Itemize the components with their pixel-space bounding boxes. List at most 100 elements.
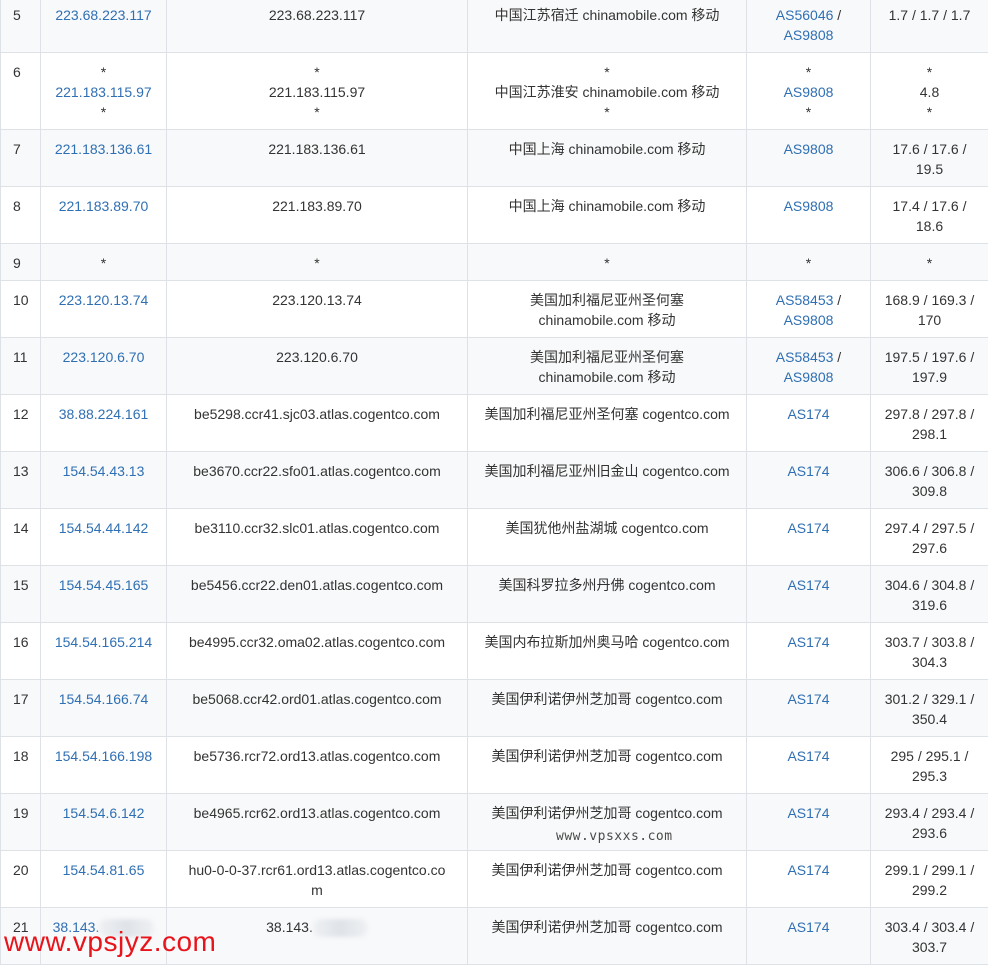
hop-number: 8 [1,187,41,244]
hop-hostname: be3110.ccr32.slc01.atlas.cogentco.com [167,509,468,566]
hop-geo: 美国伊利诺伊州芝加哥 cogentco.com [468,908,747,965]
hop-as: AS58453 / AS9808 [747,281,871,338]
hop-rtt: * [871,244,988,281]
hop-hostname: be4995.ccr32.oma02.atlas.cogentco.com [167,623,468,680]
hop-rtt: 301.2 / 329.1 / 350.4 [871,680,988,737]
hop-number: 17 [1,680,41,737]
hop-hostname: be5456.ccr22.den01.atlas.cogentco.com [167,566,468,623]
hop-ip-link[interactable]: 154.54.166.198 [55,748,152,764]
hop-hostname: 223.120.13.74 [167,281,468,338]
hop-ip: * [41,244,167,281]
hop-geo: 美国加利福尼亚州圣何塞 chinamobile.com 移动 [468,338,747,395]
table-row: 16 154.54.165.214 be4995.ccr32.oma02.atl… [1,623,988,680]
hop-rtt: 197.5 / 197.6 / 197.9 [871,338,988,395]
as-link[interactable]: AS174 [787,463,829,479]
hop-number: 9 [1,244,41,281]
hop-geo: 美国伊利诺伊州芝加哥 cogentco.com [468,851,747,908]
as-link[interactable]: AS174 [787,577,829,593]
hop-rtt: 17.4 / 17.6 / 18.6 [871,187,988,244]
hop-rtt: 17.6 / 17.6 / 19.5 [871,130,988,187]
hop-ip-link[interactable]: 223.120.6.70 [63,349,145,365]
hop-geo: 美国伊利诺伊州芝加哥 cogentco.com [468,737,747,794]
as-link[interactable]: AS9808 [784,27,834,43]
hop-number: 12 [1,395,41,452]
table-row: 13 154.54.43.13 be3670.ccr22.sfo01.atlas… [1,452,988,509]
hop-ip-link[interactable]: 154.54.165.214 [55,634,152,650]
as-link[interactable]: AS174 [787,691,829,707]
hop-number: 19 [1,794,41,851]
as-link[interactable]: AS9808 [784,369,834,385]
hop-rtt: 168.9 / 169.3 / 170 [871,281,988,338]
hop-ip-link[interactable]: 154.54.43.13 [63,463,145,479]
hop-ip-link[interactable]: 154.54.6.142 [63,805,145,821]
hop-rtt: 303.7 / 303.8 / 304.3 [871,623,988,680]
hop-number: 15 [1,566,41,623]
table-row: 8 221.183.89.70 221.183.89.70 中国上海 china… [1,187,988,244]
as-link[interactable]: AS174 [787,406,829,422]
hop-ip-link[interactable]: 154.54.166.74 [59,691,149,707]
table-row: 12 38.88.224.161 be5298.ccr41.sjc03.atla… [1,395,988,452]
as-link[interactable]: AS58453 [776,349,834,365]
hop-number: 11 [1,338,41,395]
hop-ip-link[interactable]: 154.54.44.142 [59,520,149,536]
hop-hostname: be5068.ccr42.ord01.atlas.cogentco.com [167,680,468,737]
hop-number: 5 [1,0,41,53]
table-row: 17 154.54.166.74 be5068.ccr42.ord01.atla… [1,680,988,737]
hop-rtt: 293.4 / 293.4 / 293.6 [871,794,988,851]
as-link[interactable]: AS9808 [784,198,834,214]
hop-rtt: 299.1 / 299.1 / 299.2 [871,851,988,908]
hop-ip-link[interactable]: 154.54.45.165 [59,577,149,593]
as-link[interactable]: AS174 [787,520,829,536]
hop-rtt: 306.6 / 306.8 / 309.8 [871,452,988,509]
table-row: 14 154.54.44.142 be3110.ccr32.slc01.atla… [1,509,988,566]
hop-ip-link[interactable]: 154.54.81.65 [63,862,145,878]
hop-ip-link[interactable]: 223.120.13.74 [59,292,149,308]
hop-number: 20 [1,851,41,908]
hop-hostname: 221.183.89.70 [167,187,468,244]
table-row: 7 221.183.136.61 221.183.136.61 中国上海 chi… [1,130,988,187]
hop-ip-link[interactable]: 223.68.223.117 [55,7,151,23]
hop-rtt: 295 / 295.1 / 295.3 [871,737,988,794]
hop-hostname: be5736.rcr72.ord13.atlas.cogentco.com [167,737,468,794]
hop-hostname: be3670.ccr22.sfo01.atlas.cogentco.com [167,452,468,509]
table-row: 5 223.68.223.117 223.68.223.117 中国江苏宿迁 c… [1,0,988,53]
hop-number: 13 [1,452,41,509]
hop-geo: 中国上海 chinamobile.com 移动 [468,187,747,244]
hop-as: AS56046 / AS9808 [747,0,871,53]
hop-rtt: 297.8 / 297.8 / 298.1 [871,395,988,452]
as-link[interactable]: AS174 [787,634,829,650]
as-link[interactable]: AS9808 [784,141,834,157]
hop-rtt: 303.4 / 303.4 / 303.7 [871,908,988,965]
hop-hostname: be4965.rcr62.ord13.atlas.cogentco.com [167,794,468,851]
hop-number: 16 [1,623,41,680]
hop-number: 6 [1,53,41,130]
hop-rtt: 297.4 / 297.5 / 297.6 [871,509,988,566]
as-link[interactable]: AS9808 [784,312,834,328]
table-row: 6 *221.183.115.97* *221.183.115.97* *中国江… [1,53,988,130]
as-link[interactable]: AS174 [787,862,829,878]
hop-ip-link[interactable]: 221.183.136.61 [55,141,152,157]
hop-hostname: 221.183.136.61 [167,130,468,187]
as-link[interactable]: AS174 [787,805,829,821]
table-row: 15 154.54.45.165 be5456.ccr22.den01.atla… [1,566,988,623]
hop-number: 7 [1,130,41,187]
hop-ip-link[interactable]: 38.88.224.161 [59,406,149,422]
hop-hostname: hu0-0-0-37.rcr61.ord13.atlas.cogentco.co… [167,851,468,908]
hop-hostname: 223.68.223.117 [167,0,468,53]
as-link[interactable]: AS174 [787,919,829,935]
hop-geo: 中国江苏淮安 chinamobile.com 移动 [495,84,720,100]
hop-ip-link[interactable]: 221.183.89.70 [59,198,149,214]
hop-geo: 美国加利福尼亚州圣何塞 chinamobile.com 移动 [468,281,747,338]
as-link[interactable]: AS58453 [776,292,834,308]
hop-geo: 美国科罗拉多州丹佛 cogentco.com [468,566,747,623]
hop-ip-link[interactable]: 221.183.115.97 [55,84,151,100]
as-link[interactable]: AS174 [787,748,829,764]
hop-geo: 美国犹他州盐湖城 cogentco.com [468,509,747,566]
as-link[interactable]: AS56046 [776,7,834,23]
hop-hostname: 223.120.6.70 [167,338,468,395]
hop-rtt: 4.8 [920,84,939,100]
hop-hostname: be5298.ccr41.sjc03.atlas.cogentco.com [167,395,468,452]
as-link[interactable]: AS9808 [784,84,834,100]
hop-geo: * [468,244,747,281]
hop-geo: 美国加利福尼亚州旧金山 cogentco.com [468,452,747,509]
